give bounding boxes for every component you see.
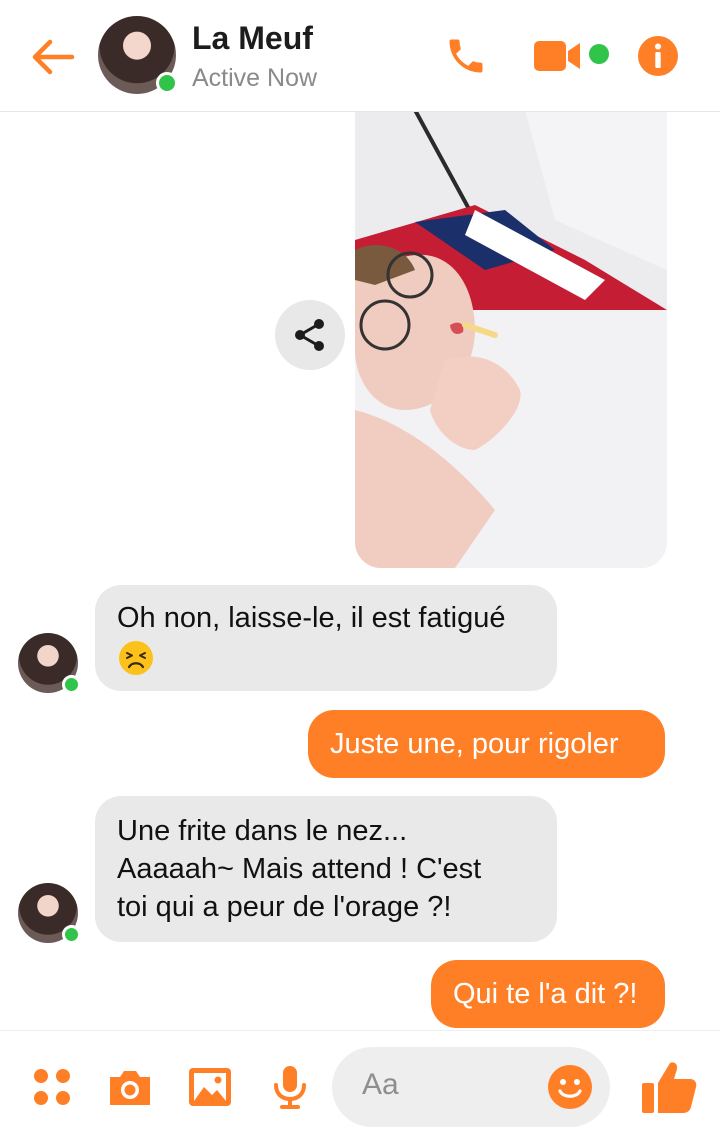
message-input[interactable]: Aa bbox=[332, 1047, 610, 1127]
online-indicator bbox=[156, 72, 178, 94]
online-indicator bbox=[62, 675, 81, 694]
microphone-icon[interactable] bbox=[266, 1063, 314, 1111]
message-list[interactable]: Oh non, laisse-le, il est fatigué Juste … bbox=[0, 112, 720, 1030]
message-composer: Aa bbox=[0, 1030, 720, 1136]
share-button[interactable] bbox=[275, 300, 345, 370]
emoji-icon[interactable] bbox=[546, 1063, 594, 1111]
message-input-placeholder: Aa bbox=[362, 1068, 399, 1101]
message-text-line: toi qui a peur de l'orage ?! bbox=[117, 891, 452, 923]
message-bubble-incoming[interactable]: Oh non, laisse-le, il est fatigué bbox=[95, 585, 557, 691]
message-text: Oh non, laisse-le, il est fatigué bbox=[117, 602, 506, 634]
back-arrow-icon[interactable] bbox=[28, 32, 78, 82]
message-bubble-outgoing[interactable]: Qui te l'a dit ?! bbox=[431, 960, 665, 1028]
online-indicator bbox=[62, 925, 81, 944]
video-active-indicator bbox=[589, 44, 609, 64]
contact-status: Active Now bbox=[192, 64, 318, 92]
share-icon bbox=[295, 319, 324, 351]
message-text-line: Aaaaah~ Mais attend ! C'est bbox=[117, 853, 482, 885]
tired-face-emoji bbox=[117, 639, 155, 677]
contact-name[interactable]: La Meuf bbox=[192, 20, 313, 57]
phone-icon[interactable] bbox=[444, 34, 488, 78]
shared-photo[interactable] bbox=[355, 112, 667, 568]
chat-header: La Meuf Active Now bbox=[0, 0, 720, 112]
sender-avatar[interactable] bbox=[18, 633, 81, 694]
message-bubble-outgoing[interactable]: Juste une, pour rigoler bbox=[308, 710, 665, 778]
video-camera-icon[interactable] bbox=[532, 36, 582, 76]
info-icon[interactable] bbox=[636, 34, 680, 78]
message-text-line: Une frite dans le nez... bbox=[117, 815, 408, 847]
gallery-icon[interactable] bbox=[186, 1063, 234, 1111]
contact-avatar[interactable] bbox=[98, 16, 178, 94]
message-bubble-incoming[interactable]: Une frite dans le nez... Aaaaah~ Mais at… bbox=[95, 796, 557, 942]
more-apps-icon[interactable] bbox=[28, 1063, 76, 1111]
thumbs-up-icon[interactable] bbox=[640, 1059, 698, 1115]
camera-icon[interactable] bbox=[106, 1063, 154, 1111]
message-text: Qui te l'a dit ?! bbox=[453, 978, 638, 1010]
message-text: Juste une, pour rigoler bbox=[330, 728, 619, 760]
sender-avatar[interactable] bbox=[18, 883, 81, 944]
